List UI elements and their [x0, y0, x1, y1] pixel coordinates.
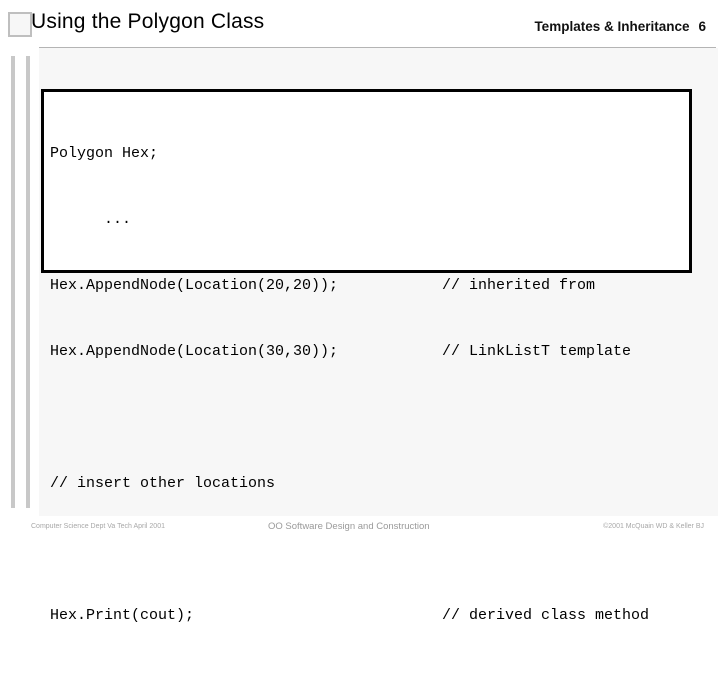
code-listing: Polygon Hex; ... Hex.AppendNode(Location… [50, 99, 689, 671]
code-line: Hex.Print(cout); // derived class method [50, 605, 689, 627]
code-block: Polygon Hex; ... Hex.AppendNode(Location… [41, 89, 692, 624]
code-line-text: ... [50, 211, 132, 228]
code-line: ... [50, 209, 689, 231]
decorative-vertical-bar-left [11, 56, 15, 508]
page-title: Using the Polygon Class [31, 10, 265, 33]
decorative-vertical-bar-right [26, 56, 30, 508]
code-line: Hex.AppendNode(Location(30,30)); // Link… [50, 341, 689, 363]
code-line-comment: // derived class method [442, 607, 650, 624]
code-line: Hex.AppendNode(Location(20,20)); // inhe… [50, 275, 689, 297]
code-line: // insert other locations [50, 473, 689, 495]
code-line-text: // insert other locations [50, 475, 276, 492]
slide-footer: Computer Science Dept Va Tech April 2001… [0, 520, 720, 536]
header-section-label: Templates & Inheritance 6 [534, 19, 706, 34]
footer-copyright: ©2001 McQuain WD & Keller BJ [603, 523, 704, 530]
code-line-comment: // LinkListT template [442, 343, 632, 360]
code-line: Polygon Hex; [50, 143, 689, 165]
footer-course-name: OO Software Design and Construction [268, 521, 430, 532]
slide-root: Using the Polygon Class Templates & Inhe… [0, 0, 720, 624]
code-line-comment: // inherited from [442, 277, 596, 294]
code-line-text: Polygon Hex; [50, 145, 159, 162]
code-line-text: Hex.AppendNode(Location(30,30)); [50, 343, 339, 360]
code-line-text: Hex.AppendNode(Location(20,20)); [50, 277, 339, 294]
code-line-text: Hex.Print(cout); [50, 607, 195, 624]
page-number: 6 [698, 19, 706, 34]
section-name: Templates & Inheritance [534, 19, 690, 34]
decorative-square-icon [8, 12, 32, 37]
footer-attribution: Computer Science Dept Va Tech April 2001 [31, 523, 165, 530]
